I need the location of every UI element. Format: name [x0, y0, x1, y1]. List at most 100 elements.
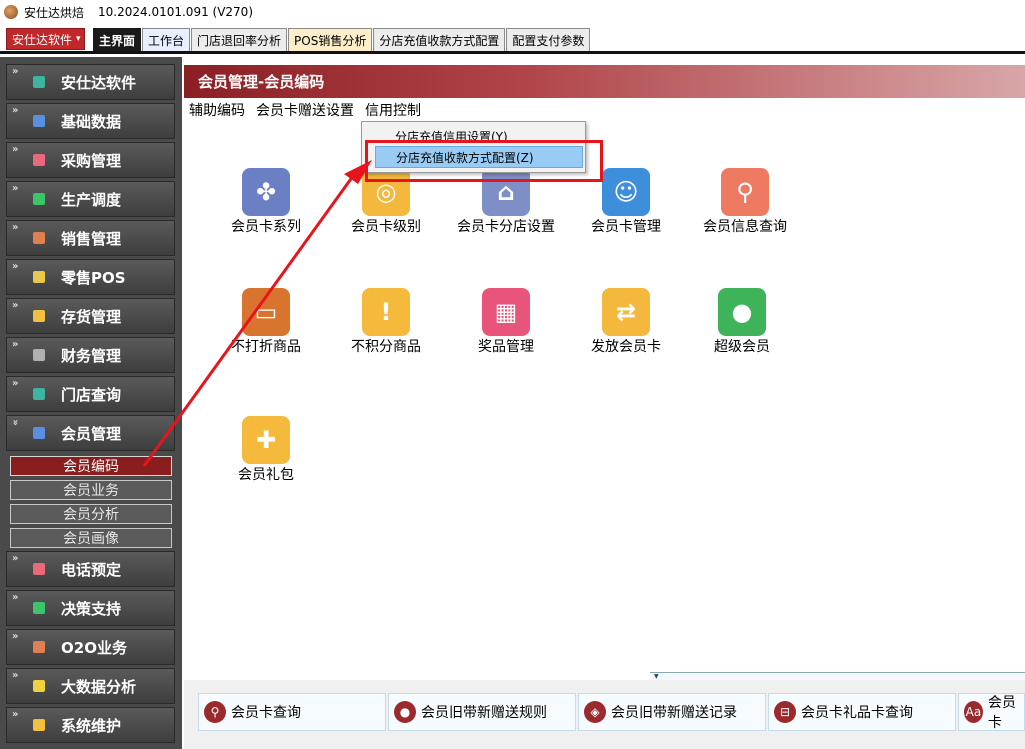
member-gift-pack-icon: ✚: [242, 416, 290, 464]
grid-item-issue-card[interactable]: ⇄ 发放会员卡: [576, 288, 676, 354]
grid-item-no-points-goods[interactable]: ! 不积分商品: [336, 288, 436, 354]
sidebar-item-retail-pos[interactable]: » 零售POS: [6, 259, 175, 295]
grid-item-card-series[interactable]: ✤ 会员卡系列: [216, 168, 316, 234]
grid-item-label: 会员卡分店设置: [457, 219, 555, 235]
card-management-icon: ☺: [602, 168, 650, 216]
sidebar-item-big-data[interactable]: » 大数据分析: [6, 668, 175, 704]
chevron-icon: »: [9, 419, 21, 426]
annotation-highlight-box: [365, 140, 603, 182]
module-icon: [33, 427, 45, 439]
brand-label: 安仕达软件: [12, 32, 73, 47]
title-bar: 安仕达烘焙 10.2024.0101.091 (V270): [0, 0, 1025, 24]
sidebar-item-label: 大数据分析: [61, 677, 137, 696]
sidebar-item-system-maintenance[interactable]: » 系统维护: [6, 707, 175, 743]
grid-item-super-member[interactable]: ● 超级会员: [692, 288, 792, 354]
module-icon: [33, 680, 45, 692]
sidebar-subitem-member-business[interactable]: 会员业务: [10, 480, 172, 500]
grid-item-label: 会员信息查询: [703, 219, 787, 235]
grid-item-label: 会员卡级别: [351, 219, 421, 235]
shortcut-gift-card-query[interactable]: ⊟ 会员卡礼品卡查询: [768, 693, 956, 731]
grid-item-label: 不打折商品: [231, 339, 301, 355]
tab-strip: 主界面 工作台 门店退回率分析 POS销售分析 分店充值收款方式配置 配置支付参…: [93, 28, 591, 51]
app-title: 安仕达烘焙: [24, 5, 85, 20]
sidebar-subitem-member-profile[interactable]: 会员画像: [10, 528, 172, 548]
sidebar-item-label: 零售POS: [61, 268, 126, 287]
brand-dropdown-button[interactable]: 安仕达软件 ▾: [6, 28, 85, 50]
chevron-icon: »: [12, 183, 19, 194]
shortcut-card-more[interactable]: Aa 会员卡: [958, 693, 1025, 731]
module-icon: [33, 641, 45, 653]
sidebar-item-o2o[interactable]: » O2O业务: [6, 629, 175, 665]
tab-main[interactable]: 主界面: [93, 28, 142, 51]
chevron-icon: »: [12, 144, 19, 155]
grid-item-no-discount-goods[interactable]: ▭ 不打折商品: [216, 288, 316, 354]
shortcut-referral-rules[interactable]: ● 会员旧带新赠送规则: [388, 693, 576, 731]
module-icon: [33, 154, 45, 166]
module-icon: [33, 602, 45, 614]
chevron-icon: »: [12, 66, 19, 77]
shortcut-label: 会员卡礼品卡查询: [801, 705, 913, 721]
card-more-icon: Aa: [964, 701, 983, 723]
chevron-icon: »: [12, 709, 19, 720]
grid-item-label: 会员卡管理: [591, 219, 661, 235]
menu-card-gift-settings[interactable]: 会员卡赠送设置: [256, 100, 354, 120]
sidebar-item-store-query[interactable]: » 门店查询: [6, 376, 175, 412]
module-icon: [33, 76, 45, 88]
bottom-scrollbar[interactable]: ▼: [650, 672, 1025, 680]
sidebar-item-anstar-software[interactable]: » 安仕达软件: [6, 64, 175, 100]
module-icon: [33, 563, 45, 575]
module-icon: [33, 388, 45, 400]
chevron-icon: »: [12, 105, 19, 116]
sidebar-subitem-member-code[interactable]: 会员编码: [10, 456, 172, 476]
tab-pos-sales[interactable]: POS销售分析: [288, 28, 373, 51]
sidebar-item-label: 安仕达软件: [61, 73, 137, 92]
chevron-icon: »: [12, 339, 19, 350]
card-series-icon: ✤: [242, 168, 290, 216]
gift-card-query-icon: ⊟: [774, 701, 796, 723]
member-info-query-icon: ⚲: [721, 168, 769, 216]
module-icon: [33, 271, 45, 283]
sidebar-item-decision-support[interactable]: » 决策支持: [6, 590, 175, 626]
sidebar-item-member[interactable]: » 会员管理: [6, 415, 175, 451]
grid-item-member-gift-pack[interactable]: ✚ 会员礼包: [216, 416, 316, 482]
grid-item-prize-management[interactable]: ▦ 奖品管理: [456, 288, 556, 354]
chevron-icon: »: [12, 631, 19, 642]
sidebar-subitem-member-analysis[interactable]: 会员分析: [10, 504, 172, 524]
module-icon: [33, 115, 45, 127]
chevron-icon: »: [12, 222, 19, 233]
chevron-icon: »: [12, 300, 19, 311]
sidebar-item-label: 生产调度: [61, 190, 122, 209]
chevron-icon: »: [12, 378, 19, 389]
shortcut-referral-records[interactable]: ◈ 会员旧带新赠送记录: [578, 693, 766, 731]
module-icon: [33, 193, 45, 205]
sidebar-item-finance[interactable]: » 财务管理: [6, 337, 175, 373]
sidebar-item-sales[interactable]: » 销售管理: [6, 220, 175, 256]
grid-item-member-info-query[interactable]: ⚲ 会员信息查询: [695, 168, 795, 234]
shortcut-card-query[interactable]: ⚲ 会员卡查询: [198, 693, 386, 731]
tab-branch-payment-config[interactable]: 分店充值收款方式配置: [373, 28, 506, 51]
sidebar-item-label: 系统维护: [61, 716, 122, 735]
sidebar-item-base-data[interactable]: » 基础数据: [6, 103, 175, 139]
sidebar-item-phone-order[interactable]: » 电话预定: [6, 551, 175, 587]
chevron-icon: »: [12, 592, 19, 603]
content-menubar: 辅助编码 会员卡赠送设置 信用控制: [184, 98, 1025, 122]
sidebar-item-production[interactable]: » 生产调度: [6, 181, 175, 217]
grid-item-label: 会员礼包: [238, 467, 294, 483]
grid-item-label: 超级会员: [714, 339, 770, 355]
sidebar-item-inventory[interactable]: » 存货管理: [6, 298, 175, 334]
sidebar-item-purchase[interactable]: » 采购管理: [6, 142, 175, 178]
shortcut-label: 会员旧带新赠送规则: [421, 705, 547, 721]
chevron-icon: »: [12, 553, 19, 564]
tab-return-rate[interactable]: 门店退回率分析: [191, 28, 288, 51]
sidebar-item-label: 采购管理: [61, 151, 122, 170]
app-icon: [4, 5, 18, 19]
chevron-icon: »: [12, 670, 19, 681]
grid-item-label: 发放会员卡: [591, 339, 661, 355]
menu-credit-control[interactable]: 信用控制: [365, 100, 421, 120]
grid-item-label: 会员卡系列: [231, 219, 301, 235]
sidebar-item-label: 门店查询: [61, 385, 122, 404]
tab-payment-params[interactable]: 配置支付参数: [506, 28, 591, 51]
tab-workbench[interactable]: 工作台: [142, 28, 191, 51]
triangle-down-icon: ▼: [654, 673, 659, 680]
menu-aux-code[interactable]: 辅助编码: [189, 100, 245, 120]
